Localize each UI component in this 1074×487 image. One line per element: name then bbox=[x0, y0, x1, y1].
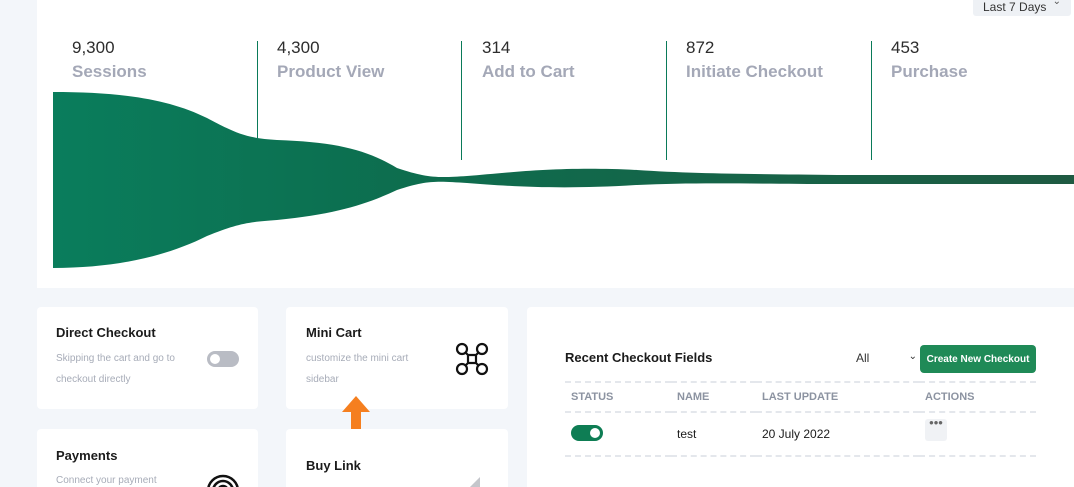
actions-cell: ••• bbox=[919, 412, 1036, 457]
desc-line: customize the mini cart bbox=[306, 353, 409, 364]
filter-value: All bbox=[856, 351, 870, 365]
stage-value: 314 bbox=[482, 38, 511, 57]
more-actions-icon[interactable]: ••• bbox=[925, 416, 947, 441]
link-icon bbox=[470, 477, 480, 487]
direct-checkout-card: Direct Checkout Skipping the cart and go… bbox=[37, 307, 258, 409]
payments-card[interactable]: Payments Connect your payment bbox=[37, 429, 258, 487]
column-header-actions: ACTIONS bbox=[919, 381, 1036, 413]
card-description: customize the mini cart sidebar bbox=[306, 348, 408, 390]
toggle-knob bbox=[590, 427, 600, 438]
table-header-row: STATUS NAME LAST UPDATE ACTIONS bbox=[565, 381, 1036, 413]
direct-checkout-toggle[interactable] bbox=[207, 351, 239, 367]
stage-value: 453 bbox=[891, 38, 920, 57]
recent-checkout-fields-panel: Recent Checkout Fields All ⌄ Create New … bbox=[527, 307, 1074, 487]
table-row: test 20 July 2022 ••• bbox=[565, 412, 1036, 457]
stage-label: Initiate Checkout bbox=[686, 62, 823, 81]
stage-value: 872 bbox=[686, 38, 715, 57]
desc-line: Connect your payment bbox=[56, 475, 157, 486]
card-description: Skipping the cart and go to checkout dir… bbox=[56, 348, 175, 390]
chevron-down-icon: ⌄ bbox=[908, 351, 917, 362]
desc-line: sidebar bbox=[306, 374, 339, 385]
funnel-stage-purchase: 453 Purchase bbox=[891, 38, 968, 82]
desc-line: checkout directly bbox=[56, 374, 131, 385]
funnel-stage-add-to-cart: 314 Add to Cart bbox=[482, 38, 575, 82]
stage-label: Product View bbox=[277, 62, 385, 81]
column-header-last-update: LAST UPDATE bbox=[756, 381, 919, 413]
column-header-name: NAME bbox=[671, 381, 756, 413]
buy-link-card[interactable]: Buy Link bbox=[286, 429, 508, 487]
column-header-status: STATUS bbox=[565, 381, 671, 413]
create-new-checkout-button[interactable]: Create New Checkout bbox=[920, 345, 1036, 373]
stage-value: 9,300 bbox=[72, 38, 115, 57]
last-update-cell: 20 July 2022 bbox=[756, 412, 919, 457]
card-description: Connect your payment bbox=[56, 470, 157, 487]
stage-label: Add to Cart bbox=[482, 62, 575, 81]
stage-label: Purchase bbox=[891, 62, 968, 81]
card-title: Payments bbox=[56, 448, 118, 463]
card-title: Mini Cart bbox=[306, 325, 362, 340]
funnel-stage-sessions: 9,300 Sessions bbox=[72, 38, 147, 82]
card-title: Buy Link bbox=[306, 458, 361, 473]
checkout-filter-select[interactable]: All ⌄ bbox=[847, 351, 917, 365]
status-toggle[interactable] bbox=[571, 424, 603, 441]
card-title: Direct Checkout bbox=[56, 325, 156, 340]
funnel-card: 9,300 Sessions 4,300 Product View 314 Ad… bbox=[37, 0, 1074, 288]
date-range-select[interactable]: Last 7 Days ⌄ bbox=[973, 0, 1071, 16]
stage-value: 4,300 bbox=[277, 38, 320, 57]
desc-line: Skipping the cart and go to bbox=[56, 353, 175, 364]
chevron-down-icon: ⌄ bbox=[1052, 0, 1061, 7]
name-cell[interactable]: test bbox=[671, 412, 756, 457]
checkout-fields-table: STATUS NAME LAST UPDATE ACTIONS test 20 … bbox=[565, 381, 1036, 457]
mini-cart-card[interactable]: Mini Cart customize the mini cart sideba… bbox=[286, 307, 508, 409]
funnel-area bbox=[53, 92, 1074, 268]
funnel-stage-initiate-checkout: 872 Initiate Checkout bbox=[686, 38, 823, 82]
funnel-stage-product-view: 4,300 Product View bbox=[277, 38, 384, 82]
panel-title: Recent Checkout Fields bbox=[565, 350, 713, 365]
status-cell bbox=[565, 412, 671, 457]
toggle-knob bbox=[210, 354, 220, 364]
date-range-label: Last 7 Days bbox=[983, 0, 1047, 14]
stage-label: Sessions bbox=[72, 62, 147, 81]
fingerprint-icon bbox=[207, 474, 239, 487]
drone-icon bbox=[455, 342, 489, 376]
